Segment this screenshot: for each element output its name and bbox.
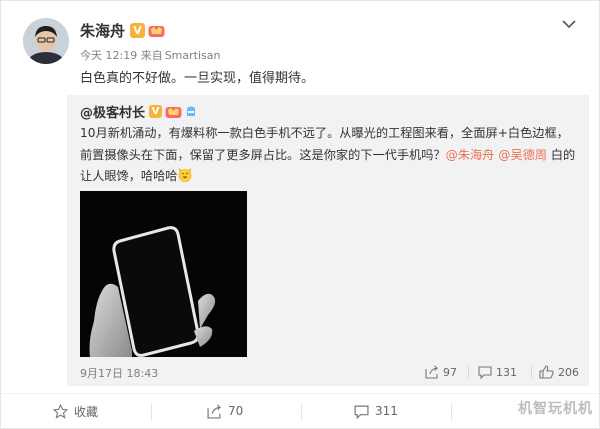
post-source[interactable]: Smartisan [165,49,221,62]
divider [451,403,452,421]
verified-icon: V [149,104,163,118]
member-badge-icon [187,106,196,116]
mention-link[interactable]: @朱海舟 [446,148,495,162]
comment-count: 131 [496,365,517,379]
divider [468,366,469,379]
thumbs-up-icon [539,365,554,379]
repost-comment-button[interactable]: 131 [478,364,517,380]
author-line: 朱海舟 V [80,20,165,40]
repost-author-name[interactable]: @极客村长 [80,102,145,121]
divider [301,403,302,421]
comment-action-count: 311 [375,404,398,418]
star-icon [53,403,68,419]
repost-author-line: @极客村长 V [80,101,197,121]
verified-icon: V [130,22,146,38]
repost-share-button[interactable]: 97 [425,364,457,380]
post-text: 白色真的不好做。一旦实现，值得期待。 [80,71,315,86]
repost-text: 10月新机涌动，有爆料称一款白色手机不远了。从曝光的工程图来看，全面屏+白色边框… [80,123,580,188]
share-icon [207,404,222,419]
mention-link[interactable]: @吴德周 [498,148,547,162]
source-prefix: 来自 [140,49,163,62]
share-icon [425,365,439,379]
repost-count: 97 [443,365,457,379]
comment-icon [478,366,492,379]
watermark: 机智玩机机 [518,401,593,417]
author-name[interactable]: 朱海舟 [80,20,125,41]
post-time[interactable]: 今天 12:19 [80,49,137,62]
like-count: 206 [558,365,579,379]
divider [151,403,152,421]
comment-icon [354,405,369,419]
repost-text-main: 10月新机涌动，有爆料称一款白色手机不远了。从曝光的工程图来看，全面屏+白色边框… [80,126,569,162]
author-avatar[interactable] [23,18,69,64]
vip-crown-icon [165,106,182,118]
weibo-card: 朱海舟 V 今天 12:19 来自 Smartisan 白色真的不好做。一旦实现，… [0,0,600,429]
chevron-down-icon[interactable] [561,16,577,32]
repost-footer: 9月17日 18:43 97 131 206 [80,364,580,380]
action-bar: 收藏 70 311 [1,393,600,429]
favorite-button[interactable]: 收藏 [53,402,98,420]
comment-button[interactable]: 311 [354,402,398,420]
repost-block: @极客村长 V 10月新机涌动，有爆料称一款白色手机不远了。从曝光的工程图来看，… [67,95,589,386]
post-meta: 今天 12:19 来自 Smartisan [80,47,220,63]
favorite-label: 收藏 [74,404,99,419]
laughing-emoji-icon [178,168,191,182]
divider [531,366,532,379]
repost-button[interactable]: 70 [207,402,243,420]
vip-crown-icon [148,25,165,37]
repost-image[interactable] [80,191,247,357]
repost-action-count: 70 [228,404,244,418]
repost-like-button[interactable]: 206 [539,364,579,380]
repost-date[interactable]: 9月17日 18:43 [80,365,158,381]
